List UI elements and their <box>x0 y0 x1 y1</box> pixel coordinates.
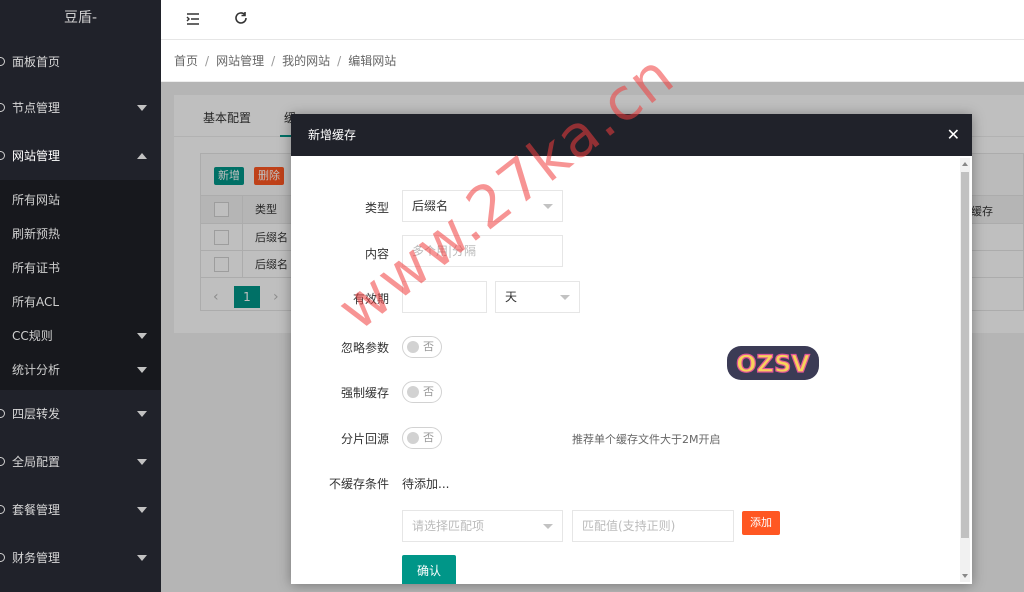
content-label: 内容 <box>364 247 389 261</box>
sidebar-item-nodes[interactable]: 节点管理 <box>0 84 161 132</box>
sidebar-subitem-cc[interactable]: CC规则 <box>0 319 161 353</box>
force-cache-value: 否 <box>423 385 434 398</box>
sidebar-item-label: 节点管理 <box>12 101 61 115</box>
sidebar-subitem-label: CC规则 <box>12 329 53 343</box>
breadcrumb-site-manage[interactable]: 网站管理 <box>216 54 264 68</box>
sidebar-item-packages[interactable]: 套餐管理 <box>0 486 161 534</box>
dialog-body: 类型 后缀名 内容 多个用|分隔 有效期 天 忽略参数 否 强制缓存 否 分片回… <box>291 156 972 584</box>
sidebar-subnav: 所有网站 刷新预热 所有证书 所有ACL CC规则 统计分析 <box>0 180 161 390</box>
sidebar-subitem-all-sites[interactable]: 所有网站 <box>0 183 161 217</box>
breadcrumb-edit-site: 编辑网站 <box>348 54 397 68</box>
sidebar: 豆盾- 面板首页 节点管理 网站管理 所有网站 刷新预热 所有证书 所有ACL … <box>0 0 161 592</box>
sidebar-subitem-acl[interactable]: 所有ACL <box>0 285 161 319</box>
chevron-down-icon <box>137 105 147 111</box>
sidebar-item-websites[interactable]: 网站管理 <box>0 132 161 180</box>
expire-input[interactable] <box>402 281 487 313</box>
sidebar-subitem-label: 统计分析 <box>12 363 61 377</box>
chevron-down-icon <box>543 524 553 529</box>
circle-icon <box>0 103 5 112</box>
confirm-button[interactable]: 确认 <box>402 555 457 584</box>
expire-unit-select[interactable]: 天 <box>495 281 580 313</box>
breadcrumb-my-sites[interactable]: 我的网站 <box>282 54 330 68</box>
scroll-down-icon[interactable] <box>962 574 968 578</box>
chevron-down-icon <box>560 295 570 300</box>
scroll-thumb[interactable] <box>961 172 969 538</box>
ignore-params-toggle[interactable]: 否 <box>402 336 442 358</box>
menu-toggle-icon[interactable] <box>183 10 203 30</box>
circle-icon <box>0 57 5 66</box>
type-select[interactable]: 后缀名 <box>402 190 563 222</box>
chevron-up-icon <box>137 153 147 159</box>
circle-icon <box>0 553 5 562</box>
match-value-placeholder: 匹配值(支持正则) <box>582 519 676 533</box>
match-select-placeholder: 请选择匹配项 <box>412 519 485 533</box>
sidebar-subitem-refresh[interactable]: 刷新预热 <box>0 217 161 251</box>
no-cache-value: 待添加... <box>402 477 450 491</box>
sidebar-item-label: 网站管理 <box>12 149 61 163</box>
add-cache-dialog: 新增缓存 ✕ 类型 后缀名 内容 多个用|分隔 有效期 天 忽略参数 否 强制缓… <box>291 114 972 584</box>
sidebar-item-label: 四层转发 <box>12 407 61 421</box>
dialog-title: 新增缓存 <box>308 128 357 142</box>
breadcrumb-home[interactable]: 首页 <box>174 54 198 68</box>
content-input[interactable]: 多个用|分隔 <box>402 235 563 267</box>
slice-origin-label: 分片回源 <box>340 432 389 446</box>
no-cache-label: 不缓存条件 <box>328 477 389 491</box>
sticker-text: OZSV <box>736 350 810 378</box>
sidebar-item-dashboard[interactable]: 面板首页 <box>0 38 161 86</box>
circle-icon <box>0 409 5 418</box>
dialog-header: 新增缓存 ✕ <box>291 114 972 156</box>
match-select[interactable]: 请选择匹配项 <box>402 510 563 542</box>
chevron-down-icon <box>543 204 553 209</box>
scroll-up-icon[interactable] <box>962 162 968 166</box>
chevron-down-icon <box>137 333 147 339</box>
sidebar-subitem-stats[interactable]: 统计分析 <box>0 353 161 387</box>
sidebar-item-global[interactable]: 全局配置 <box>0 438 161 486</box>
sidebar-item-label: 套餐管理 <box>12 503 61 517</box>
sidebar-item-label: 面板首页 <box>12 55 61 69</box>
sidebar-item-label: 财务管理 <box>12 551 61 565</box>
sidebar-subitem-certs[interactable]: 所有证书 <box>0 251 161 285</box>
close-icon[interactable]: ✕ <box>947 114 960 156</box>
content-placeholder: 多个用|分隔 <box>412 244 477 258</box>
slice-hint: 推荐单个缓存文件大于2M开启 <box>572 433 721 446</box>
slice-origin-value: 否 <box>423 431 434 444</box>
circle-icon <box>0 457 5 466</box>
expire-label: 有效期 <box>352 292 389 306</box>
chevron-down-icon <box>137 507 147 513</box>
refresh-icon[interactable] <box>231 10 251 30</box>
chevron-down-icon <box>137 555 147 561</box>
ignore-params-value: 否 <box>423 340 434 353</box>
ignore-params-label: 忽略参数 <box>340 341 389 355</box>
top-header <box>161 0 1024 40</box>
breadcrumb: 首页 / 网站管理 / 我的网站 / 编辑网站 <box>161 40 1024 82</box>
expire-unit-value: 天 <box>505 290 518 304</box>
sidebar-item-label: 全局配置 <box>12 455 61 469</box>
add-condition-button[interactable]: 添加 <box>742 511 780 535</box>
circle-icon <box>0 505 5 514</box>
app-logo: 豆盾- <box>63 10 98 26</box>
chevron-down-icon <box>137 459 147 465</box>
circle-icon <box>0 151 5 160</box>
match-value-input[interactable]: 匹配值(支持正则) <box>572 510 734 542</box>
type-select-value: 后缀名 <box>412 199 449 213</box>
sidebar-item-finance[interactable]: 财务管理 <box>0 534 161 582</box>
force-cache-label: 强制缓存 <box>340 386 389 400</box>
chevron-down-icon <box>137 411 147 417</box>
slice-origin-toggle[interactable]: 否 <box>402 427 442 449</box>
ozsv-sticker-image: OZSV <box>725 342 821 384</box>
sidebar-item-l4[interactable]: 四层转发 <box>0 390 161 438</box>
chevron-down-icon <box>137 367 147 373</box>
type-label: 类型 <box>364 201 389 215</box>
force-cache-toggle[interactable]: 否 <box>402 381 442 403</box>
dialog-scrollbar[interactable] <box>960 158 970 582</box>
